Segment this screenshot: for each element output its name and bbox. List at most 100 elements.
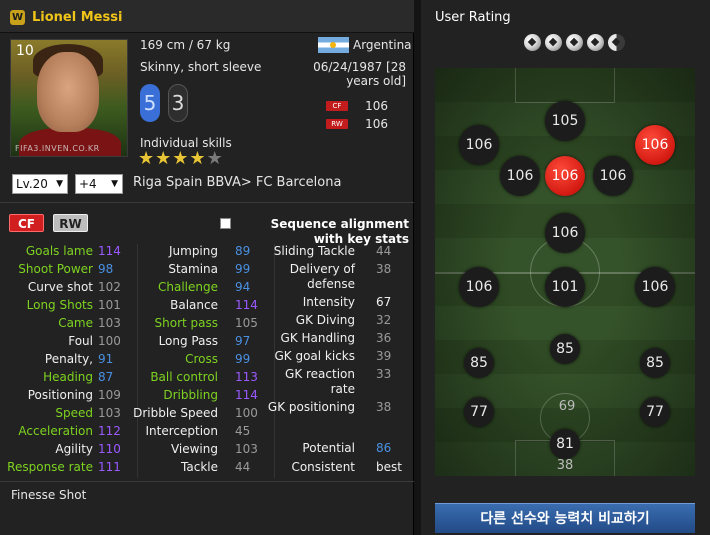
stat-name: Tackle [181, 460, 218, 474]
level-select[interactable]: Lv.20 ▼ [12, 174, 68, 194]
position-rating-rw: 106 [365, 117, 388, 131]
right-foot-rating: 3 [168, 84, 188, 122]
player-card: W Lionel Messi 10 FIFA3.INVEN.CO.KR 169 … [0, 0, 414, 535]
season-badge: W [10, 10, 25, 25]
enhance-select-value: +4 [79, 177, 97, 191]
player-portrait: 10 FIFA3.INVEN.CO.KR [10, 39, 128, 157]
stat-name: Challenge [158, 280, 218, 294]
node-cb[interactable]: 69 [555, 395, 579, 419]
stat-name: Potential [302, 441, 355, 455]
sequence-label: Sequence alignment with key stats [270, 217, 409, 246]
stat-name: Stamina [168, 262, 218, 276]
tab-rw[interactable]: RW [53, 214, 88, 232]
soccer-ball-icon [587, 34, 604, 51]
node-lcf[interactable]: 106 [500, 156, 540, 196]
stat-value: 39 [376, 349, 392, 363]
divider [0, 202, 414, 203]
player-name: Lionel Messi [32, 10, 123, 25]
node-rf[interactable]: 106 [635, 125, 675, 165]
node-rwb[interactable]: 85 [640, 348, 670, 378]
stat-name: Heading [43, 370, 93, 384]
stat-value: 33 [376, 367, 392, 381]
player-title-bar: W Lionel Messi [0, 0, 414, 33]
argentina-flag-icon [318, 37, 349, 53]
node-cdm[interactable]: 85 [550, 334, 580, 364]
node-rm[interactable]: 106 [635, 267, 675, 307]
stat-value: 38 [376, 400, 392, 414]
stat-value: 32 [376, 313, 392, 327]
chevron-down-icon: ▼ [111, 179, 118, 189]
node-lwb[interactable]: 85 [464, 348, 494, 378]
stat-name: Dribbling [163, 388, 218, 402]
stat-value: 100 [235, 406, 258, 420]
stat-name: Penalty, [44, 352, 93, 366]
trait-label: Finesse Shot [11, 488, 87, 502]
star-icon: ★ [189, 148, 207, 169]
node-cam[interactable]: 106 [545, 213, 585, 253]
node-st[interactable]: 105 [545, 101, 585, 141]
node-cm[interactable]: 101 [545, 267, 585, 307]
stat-name: Acceleration [18, 424, 93, 438]
stat-name: Speed [55, 406, 93, 420]
stat-value: 44 [376, 244, 392, 258]
stat-name: Delivery of defense [289, 262, 355, 291]
tab-cf[interactable]: CF [9, 214, 44, 232]
compare-players-button[interactable]: 다른 선수와 능력치 비교하기 [435, 503, 695, 533]
stat-name: Consistent [291, 460, 355, 474]
stat-name: Interception [145, 424, 219, 438]
soccer-ball-icon [524, 34, 541, 51]
stat-name: Goals lame [25, 244, 93, 258]
stat-name: Positioning [27, 388, 93, 402]
squad-number: 10 [16, 43, 34, 59]
node-lb[interactable]: 77 [464, 397, 494, 427]
sequence-checkbox[interactable] [220, 218, 231, 229]
stat-value: 105 [235, 316, 258, 330]
stat-name: Curve shot [27, 280, 93, 294]
stat-value: 113 [235, 370, 258, 384]
stat-name: Foul [68, 334, 93, 348]
league-club: Riga Spain BBVA> FC Barcelona [133, 175, 342, 190]
node-lf[interactable]: 106 [459, 125, 499, 165]
stat-value: best [376, 460, 402, 474]
left-foot-rating: 5 [140, 84, 160, 122]
stat-name: Ball control [150, 370, 218, 384]
portrait-watermark: FIFA3.INVEN.CO.KR [15, 144, 100, 153]
stat-value: 86 [376, 441, 392, 455]
node-cf[interactable]: 106 [545, 156, 585, 196]
level-select-value: Lv.20 [16, 177, 48, 191]
stat-name: Long Shots [26, 298, 93, 312]
stat-name: GK Diving [295, 313, 355, 327]
stat-name: Dribble Speed [133, 406, 218, 420]
stat-value: 99 [235, 262, 251, 276]
stat-value: 45 [235, 424, 251, 438]
star-icon: ★ [172, 148, 190, 169]
user-rating-title: User Rating [435, 10, 511, 25]
position-badge-rw: RW [326, 119, 348, 129]
enhance-select[interactable]: +4 ▼ [75, 174, 123, 194]
country-label: Argentina [353, 38, 412, 52]
star-empty-icon: ★ [206, 148, 224, 169]
stat-value: 114 [235, 388, 258, 402]
skill-stars: ★★★★★ [138, 148, 224, 169]
stat-name: Intensity [302, 295, 355, 309]
node-gk[interactable]: 38 [553, 454, 577, 476]
divider [0, 481, 414, 482]
stat-value: 94 [235, 280, 251, 294]
node-rcf[interactable]: 106 [593, 156, 633, 196]
stat-name: Long Pass [158, 334, 218, 348]
stat-name: Shoot Power [18, 262, 93, 276]
stat-value: 99 [235, 352, 251, 366]
soccer-ball-icon [545, 34, 562, 51]
node-lm[interactable]: 106 [459, 267, 499, 307]
rating-balls [524, 34, 629, 54]
star-icon: ★ [138, 148, 156, 169]
stat-value: 89 [235, 244, 251, 258]
user-rating-panel: User Rating 105 106 106 106 106 106 106 106 101 1… [421, 0, 710, 535]
stat-value: 36 [376, 331, 392, 345]
stat-value: 103 [235, 442, 258, 456]
height-weight: 169 cm / 67 kg [140, 38, 231, 52]
chevron-down-icon: ▼ [56, 179, 63, 189]
stat-value: 114 [235, 298, 258, 312]
node-rb[interactable]: 77 [640, 397, 670, 427]
formation-pitch: 105 106 106 106 106 106 106 106 101 106 85 85 85 77 69… [435, 68, 695, 476]
